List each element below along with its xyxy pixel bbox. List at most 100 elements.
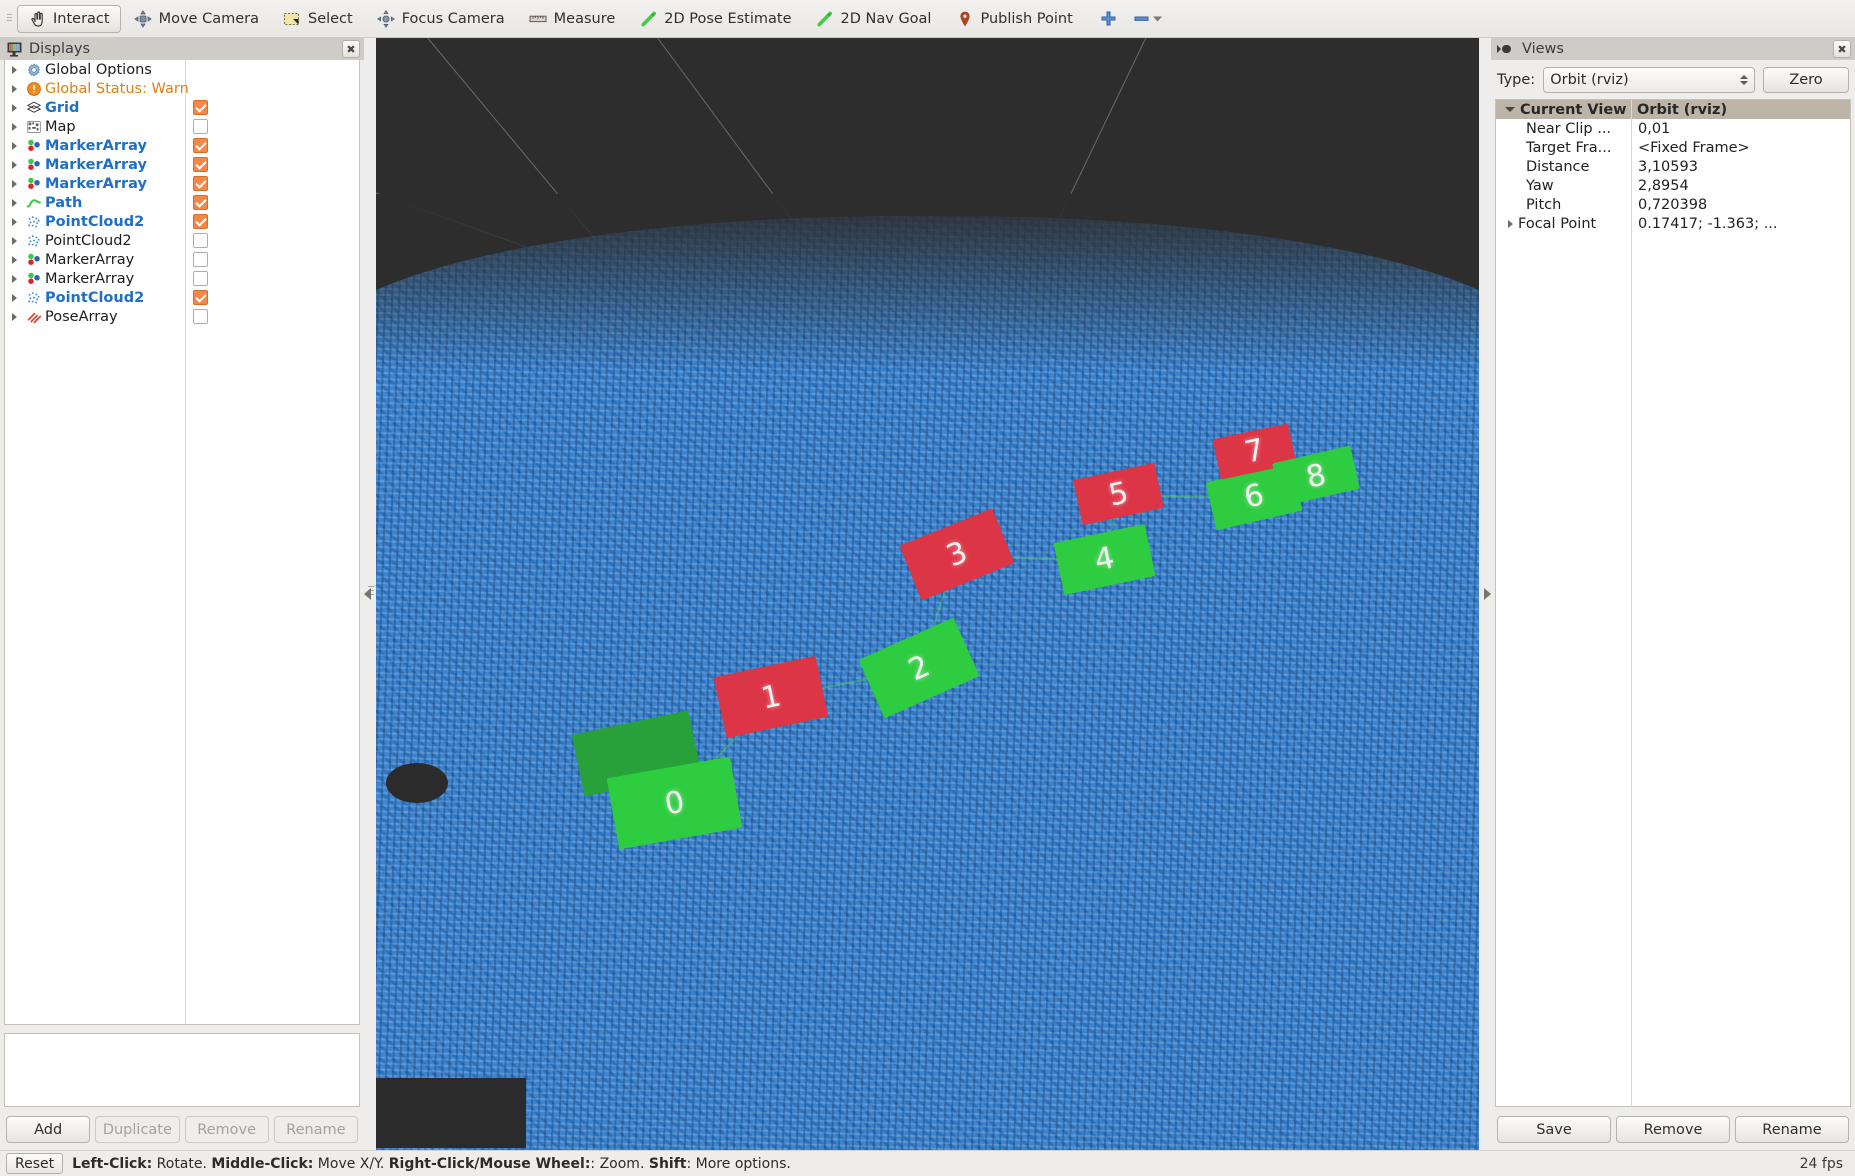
displays-panel-label: Displays xyxy=(29,41,335,57)
views-column-divider[interactable] xyxy=(1631,100,1632,1106)
spinner-arrows-icon[interactable] xyxy=(1740,75,1748,85)
left-splitter[interactable] xyxy=(364,38,376,1150)
display-item-markerarray[interactable]: MarkerArray xyxy=(5,136,359,155)
view-property-value[interactable]: 0,720398 xyxy=(1631,197,1707,213)
expand-triangle-icon[interactable] xyxy=(1505,107,1515,112)
expand-arrow-icon[interactable] xyxy=(5,294,23,302)
map-icon xyxy=(23,119,45,135)
display-enable-checkbox[interactable] xyxy=(193,119,208,134)
view-property-row[interactable]: Near Clip ...0,01 xyxy=(1496,119,1850,138)
display-item-label: Global Status: Warn xyxy=(45,81,189,97)
tool-label: Measure xyxy=(554,11,616,27)
display-enable-checkbox[interactable] xyxy=(193,252,208,267)
view-property-value[interactable]: 0,01 xyxy=(1631,121,1670,137)
status-bar: Reset Left-Click: Rotate. Middle-Click: … xyxy=(0,1150,1855,1176)
display-enable-checkbox[interactable] xyxy=(193,214,208,229)
views-button-row: SaveRemoveRename xyxy=(1491,1107,1855,1150)
views-property-tree[interactable]: Current View Orbit (rviz) Near Clip ...0… xyxy=(1495,99,1851,1107)
tool-focus-camera[interactable]: Focus Camera xyxy=(366,5,516,33)
expand-arrow-icon[interactable] xyxy=(5,104,23,112)
display-enable-checkbox[interactable] xyxy=(193,271,208,286)
toolbar-drag-handle[interactable] xyxy=(4,7,14,31)
display-item-markerarray[interactable]: MarkerArray xyxy=(5,174,359,193)
display-item-markerarray[interactable]: MarkerArray xyxy=(5,250,359,269)
reset-button[interactable]: Reset xyxy=(6,1153,63,1174)
close-icon[interactable]: ✖ xyxy=(342,40,360,58)
marker-array-icon xyxy=(23,138,45,154)
plus-icon[interactable] xyxy=(1099,9,1118,28)
tool-select[interactable]: Select xyxy=(272,5,364,33)
tool-interact[interactable]: Interact xyxy=(17,5,121,33)
add-display-button[interactable]: Add xyxy=(6,1116,90,1143)
view-property-row[interactable]: Yaw2,8954 xyxy=(1496,176,1850,195)
expand-arrow-icon[interactable] xyxy=(5,275,23,283)
view-property-value[interactable]: <Fixed Frame> xyxy=(1631,140,1750,156)
view-type-row: Type: Orbit (rviz) Zero xyxy=(1491,60,1855,99)
tool-label: Publish Point xyxy=(980,11,1072,27)
display-item-grid[interactable]: Grid xyxy=(5,98,359,117)
rename-view-button[interactable]: Rename xyxy=(1735,1116,1849,1143)
expand-arrow-icon[interactable] xyxy=(5,180,23,188)
display-enable-checkbox[interactable] xyxy=(193,309,208,324)
cloud-gap xyxy=(376,1078,526,1148)
collapse-left-arrow-icon[interactable] xyxy=(364,588,371,600)
right-splitter[interactable] xyxy=(1479,38,1491,1150)
tool-2d-nav-goal[interactable]: 2D Nav Goal xyxy=(805,5,943,33)
display-item-label: MarkerArray xyxy=(45,271,134,287)
tool-move-camera[interactable]: Move Camera xyxy=(123,5,270,33)
display-item-pointcloud2[interactable]: PointCloud2 xyxy=(5,212,359,231)
expand-arrow-icon[interactable] xyxy=(5,66,23,74)
view-property-row[interactable]: Focal Point0.17417; -1.363; ... xyxy=(1496,214,1850,233)
display-item-pointcloud2[interactable]: PointCloud2 xyxy=(5,288,359,307)
display-item-path[interactable]: Path xyxy=(5,193,359,212)
hint-segment: Right-Click/Mouse Wheel: xyxy=(389,1156,591,1172)
view-property-value[interactable]: 0.17417; -1.363; ... xyxy=(1631,216,1778,232)
view-property-value[interactable]: 2,8954 xyxy=(1631,178,1689,194)
tool-measure[interactable]: Measure xyxy=(518,5,627,33)
display-item-label: Map xyxy=(45,119,76,135)
minus-icon[interactable] xyxy=(1132,9,1151,28)
view-property-row[interactable]: Distance3,10593 xyxy=(1496,157,1850,176)
views-tree-header[interactable]: Current View Orbit (rviz) xyxy=(1496,100,1850,119)
expand-arrow-icon[interactable] xyxy=(5,85,23,93)
display-item-global-status-warn[interactable]: Global Status: Warn xyxy=(5,79,359,98)
view-property-value[interactable]: 3,10593 xyxy=(1631,159,1698,175)
tool-2d-pose-estimate[interactable]: 2D Pose Estimate xyxy=(628,5,802,33)
display-enable-checkbox[interactable] xyxy=(193,176,208,191)
tool-publish-point[interactable]: Publish Point xyxy=(944,5,1083,33)
expand-arrow-icon[interactable] xyxy=(5,123,23,131)
display-item-map[interactable]: Map xyxy=(5,117,359,136)
save-view-button[interactable]: Save xyxy=(1497,1116,1611,1143)
display-enable-checkbox[interactable] xyxy=(193,100,208,115)
close-icon[interactable]: ✖ xyxy=(1833,40,1851,58)
display-enable-checkbox[interactable] xyxy=(193,233,208,248)
expand-arrow-icon[interactable] xyxy=(5,237,23,245)
expand-arrow-icon[interactable] xyxy=(1508,220,1513,228)
view-type-combobox[interactable]: Orbit (rviz) xyxy=(1543,67,1755,93)
collapse-right-arrow-icon[interactable] xyxy=(1484,588,1491,600)
view-property-row[interactable]: Target Fra...<Fixed Frame> xyxy=(1496,138,1850,157)
display-enable-checkbox[interactable] xyxy=(193,290,208,305)
zero-button[interactable]: Zero xyxy=(1763,67,1849,93)
remove-view-button[interactable]: Remove xyxy=(1616,1116,1730,1143)
display-item-pointcloud2[interactable]: PointCloud2 xyxy=(5,231,359,250)
display-item-markerarray[interactable]: MarkerArray xyxy=(5,155,359,174)
view-property-row[interactable]: Pitch0,720398 xyxy=(1496,195,1850,214)
expand-arrow-icon[interactable] xyxy=(5,161,23,169)
displays-tree[interactable]: Global Options Global Status: WarnGrid Map… xyxy=(4,60,360,1025)
expand-arrow-icon[interactable] xyxy=(5,256,23,264)
display-enable-checkbox[interactable] xyxy=(193,157,208,172)
expand-arrow-icon[interactable] xyxy=(5,218,23,226)
display-enable-checkbox[interactable] xyxy=(193,195,208,210)
expand-arrow-icon[interactable] xyxy=(5,142,23,150)
expand-arrow-icon[interactable] xyxy=(5,313,23,321)
display-item-markerarray[interactable]: MarkerArray xyxy=(5,269,359,288)
chevron-down-icon[interactable] xyxy=(1151,9,1164,28)
rviz-window: InteractMove CameraSelectFocus Camera Mea… xyxy=(0,0,1855,1176)
display-enable-checkbox[interactable] xyxy=(193,138,208,153)
display-item-global-options[interactable]: Global Options xyxy=(5,60,359,79)
expand-arrow-icon[interactable] xyxy=(5,199,23,207)
hint-segment: Left-Click: xyxy=(72,1156,152,1172)
render-viewport-3d[interactable]: 012345678 xyxy=(376,38,1479,1150)
display-item-posearray[interactable]: PoseArray xyxy=(5,307,359,326)
